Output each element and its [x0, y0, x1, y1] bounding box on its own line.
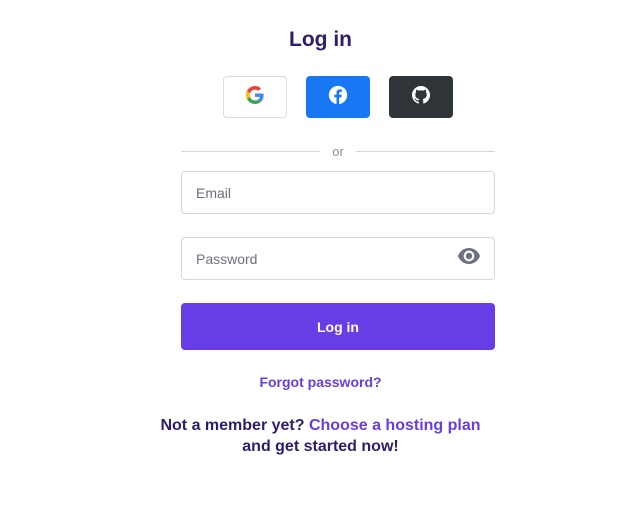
signup-prefix: Not a member yet?: [160, 417, 305, 434]
show-password-button[interactable]: [457, 247, 481, 271]
choose-hosting-plan-link[interactable]: Choose a hosting plan: [309, 417, 481, 434]
divider-line-left: [181, 150, 321, 152]
login-button[interactable]: Log in: [181, 303, 495, 350]
google-icon: [246, 85, 264, 109]
or-divider: or: [181, 143, 495, 159]
signup-prompt: Not a member yet? Choose a hosting plan …: [0, 415, 641, 457]
divider-line-right: [355, 150, 495, 152]
forgot-password-link[interactable]: Forgot password?: [259, 374, 381, 390]
forgot-password-row: Forgot password?: [0, 374, 641, 390]
password-field-wrapper: [181, 237, 495, 280]
github-login-button[interactable]: [389, 76, 453, 118]
email-field-wrapper: [181, 171, 495, 214]
facebook-icon: [328, 85, 348, 110]
divider-text: or: [332, 143, 344, 159]
facebook-login-button[interactable]: [306, 76, 370, 118]
email-field[interactable]: [182, 172, 494, 213]
signup-suffix: and get started now!: [242, 438, 399, 455]
page-title: Log in: [289, 28, 352, 51]
social-login-row: [223, 76, 453, 118]
github-icon: [412, 85, 430, 109]
login-page: Log in or Email Log in Forgot password? …: [0, 0, 641, 517]
eye-icon: [458, 248, 480, 269]
password-field[interactable]: [182, 238, 457, 279]
google-login-button[interactable]: [223, 76, 287, 118]
